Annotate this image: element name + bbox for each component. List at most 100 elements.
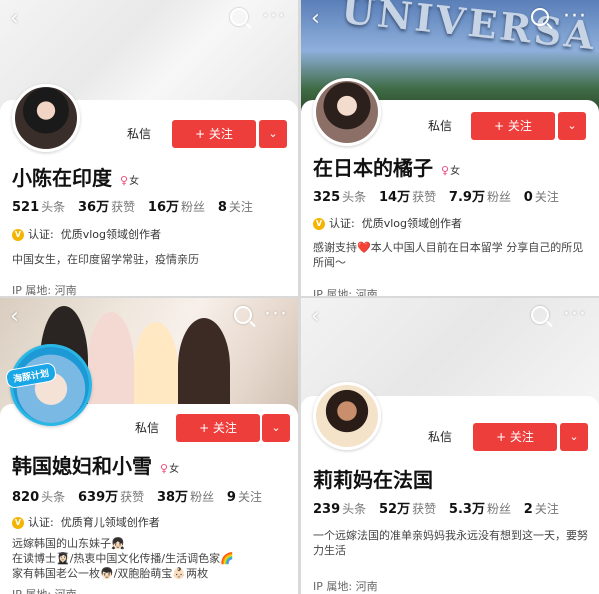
verified-icon: V [313, 218, 325, 230]
search-icon[interactable] [531, 8, 549, 26]
stat-likes-value: 639万 [77, 490, 119, 505]
gender-label: 女 [450, 166, 461, 177]
stat-posts[interactable]: 239 头条 [313, 502, 366, 517]
profile-panel: ‹ ··· 私信 + 关注 ⌄ 莉莉妈在法国 239 头条 52万 获赞 5.3万粉… [301, 298, 599, 594]
verification-row: V 认证: 优质vlog领域创作者 [12, 226, 161, 242]
more-icon[interactable]: ··· [563, 4, 587, 29]
back-icon[interactable]: ‹ [10, 304, 19, 329]
message-button[interactable]: 私信 [124, 414, 170, 442]
stat-fans[interactable]: 16万 粉丝 [148, 200, 205, 215]
stat-likes-label: 获赞 [412, 190, 437, 204]
bio-line: 在读博士👩🏻‍🎓/热衷中国文化传播/生活调色家🌈 [12, 552, 234, 565]
profile-name: 韩国媳妇和小雪 ♀女 [12, 450, 179, 479]
stat-posts-value: 239 [313, 502, 341, 517]
stat-likes-label: 获赞 [412, 502, 437, 516]
profile-name: 莉莉妈在法国 [313, 468, 433, 492]
stat-following-label: 关注 [228, 200, 253, 214]
stat-following-value: 2 [523, 502, 533, 517]
follow-button[interactable]: + 关注 [176, 414, 260, 442]
more-icon[interactable]: ··· [262, 4, 286, 29]
chevron-down-icon[interactable]: ⌄ [560, 423, 588, 451]
stat-posts[interactable]: 521 头条 [12, 200, 66, 215]
banner-person [88, 312, 134, 416]
stat-following[interactable]: 2 关注 [523, 502, 559, 517]
search-icon[interactable] [531, 306, 549, 324]
stat-posts[interactable]: 325 头条 [313, 190, 367, 205]
avatar[interactable] [12, 84, 80, 152]
profile-name-text: 在日本的橘子 [313, 156, 433, 180]
stat-fans-value: 5.3万 [448, 502, 485, 517]
verification-text: 优质vlog领域创作者 [361, 217, 462, 230]
stat-posts-label: 头条 [342, 190, 367, 204]
search-icon[interactable] [234, 306, 252, 324]
stat-posts-label: 头条 [41, 490, 66, 504]
more-icon[interactable]: ··· [264, 302, 288, 327]
gender-badge: ♀女 [160, 462, 180, 475]
profile-name-text: 小陈在印度 [12, 166, 112, 190]
chevron-down-icon[interactable]: ⌄ [558, 112, 586, 140]
more-icon[interactable]: ··· [563, 302, 587, 327]
profile-bio: 中国女生，在印度留学常驻，疫情亲历 [12, 253, 199, 266]
profile-bio: 感谢支持❤️本人中国人目前在日本留学 分享自己的所见所闻～ [313, 241, 584, 269]
banner-person [134, 322, 178, 416]
verification-text: 优质育儿领域创作者 [60, 516, 160, 529]
stat-posts-value: 521 [12, 200, 40, 215]
back-icon[interactable]: ‹ [311, 6, 320, 31]
stat-following[interactable]: 9 关注 [226, 490, 262, 505]
stat-following-value: 0 [523, 190, 533, 205]
bio-line: 家有韩国老公一枚👦🏻/双胞胎萌宝👶🏻两枚 [12, 567, 209, 580]
profile-stats: 239 头条 52万 获赞 5.3万 粉丝 2 关注 [313, 498, 568, 517]
stat-fans-label: 粉丝 [486, 502, 511, 516]
ip-location: IP 属地: 河南 [12, 586, 77, 594]
verification-row: V 认证: 优质育儿领域创作者 [12, 514, 160, 530]
gender-badge: ♀女 [120, 174, 139, 187]
message-button[interactable]: 私信 [116, 120, 162, 148]
profile-panel: ‹ ··· 海豚计划 私信 + 关注 ⌄ 韩国媳妇和小雪 ♀女 820 头条 639… [0, 298, 298, 594]
back-icon[interactable]: ‹ [311, 304, 320, 329]
message-button[interactable]: 私信 [417, 423, 463, 451]
stat-fans[interactable]: 7.9万 粉丝 [449, 190, 511, 205]
stat-following-label: 关注 [534, 190, 559, 204]
stat-posts-label: 头条 [41, 200, 66, 214]
profile-panel: UNIVERSA ‹ ··· 私信 + 关注 ⌄ 在日本的橘子 ♀女 325 头条 … [301, 0, 599, 296]
follow-button[interactable]: + 关注 [471, 112, 555, 140]
message-button[interactable]: 私信 [417, 112, 463, 140]
stat-following-value: 9 [226, 490, 236, 505]
gender-label: 女 [169, 464, 180, 475]
stat-likes-value: 14万 [378, 190, 411, 205]
female-icon: ♀ [441, 164, 450, 177]
back-icon[interactable]: ‹ [10, 6, 19, 31]
stat-fans-label: 粉丝 [190, 490, 215, 504]
search-icon[interactable] [230, 8, 248, 26]
follow-button[interactable]: + 关注 [172, 120, 256, 148]
profile-card: 私信 + 关注 ⌄ 小陈在印度 ♀女 521 头条 36万 获赞 16万 粉丝 8 关注 … [0, 84, 298, 296]
stat-likes: 639万 获赞 [77, 490, 145, 505]
ip-location: IP 属地: 河南 [12, 284, 77, 296]
stat-following[interactable]: 8 关注 [218, 200, 253, 215]
stat-likes: 36万 获赞 [77, 200, 135, 215]
verified-icon: V [12, 229, 24, 241]
profile-stats: 325 头条 14万 获赞 7.9万 粉丝 0 关注 [313, 186, 568, 205]
verify-label: 认证: [28, 228, 54, 241]
stat-likes-value: 36万 [77, 200, 110, 215]
chevron-down-icon[interactable]: ⌄ [262, 414, 290, 442]
profile-panel: ‹ ··· 私信 + 关注 ⌄ 小陈在印度 ♀女 521 头条 36万 获赞 16万粉… [0, 0, 298, 296]
ip-location: IP 属地: 河南 [313, 580, 378, 593]
stat-fans[interactable]: 5.3万 粉丝 [448, 502, 511, 517]
chevron-down-icon[interactable]: ⌄ [259, 120, 287, 148]
stat-following-label: 关注 [237, 490, 262, 504]
female-icon: ♀ [160, 462, 169, 475]
avatar[interactable] [313, 382, 381, 450]
stat-posts[interactable]: 820 头条 [12, 490, 66, 505]
avatar[interactable] [313, 78, 381, 146]
profile-card: 私信 + 关注 ⌄ 莉莉妈在法国 239 头条 52万 获赞 5.3万 粉丝 2 关注 … [301, 382, 599, 594]
screenshot-grid: ‹ ··· 私信 + 关注 ⌄ 小陈在印度 ♀女 521 头条 36万 获赞 16万粉… [0, 0, 599, 594]
profile-card: 私信 + 关注 ⌄ 在日本的橘子 ♀女 325 头条 14万 获赞 7.9万 粉丝 0关… [301, 78, 599, 296]
stat-likes-label: 获赞 [120, 490, 145, 504]
banner-sign-text: UNIVERSA [339, 0, 599, 59]
verified-icon: V [12, 517, 24, 529]
stat-fans[interactable]: 38万 粉丝 [157, 490, 215, 505]
stat-following[interactable]: 0 关注 [523, 190, 559, 205]
stat-following-label: 关注 [534, 502, 559, 516]
follow-button[interactable]: + 关注 [473, 423, 557, 451]
